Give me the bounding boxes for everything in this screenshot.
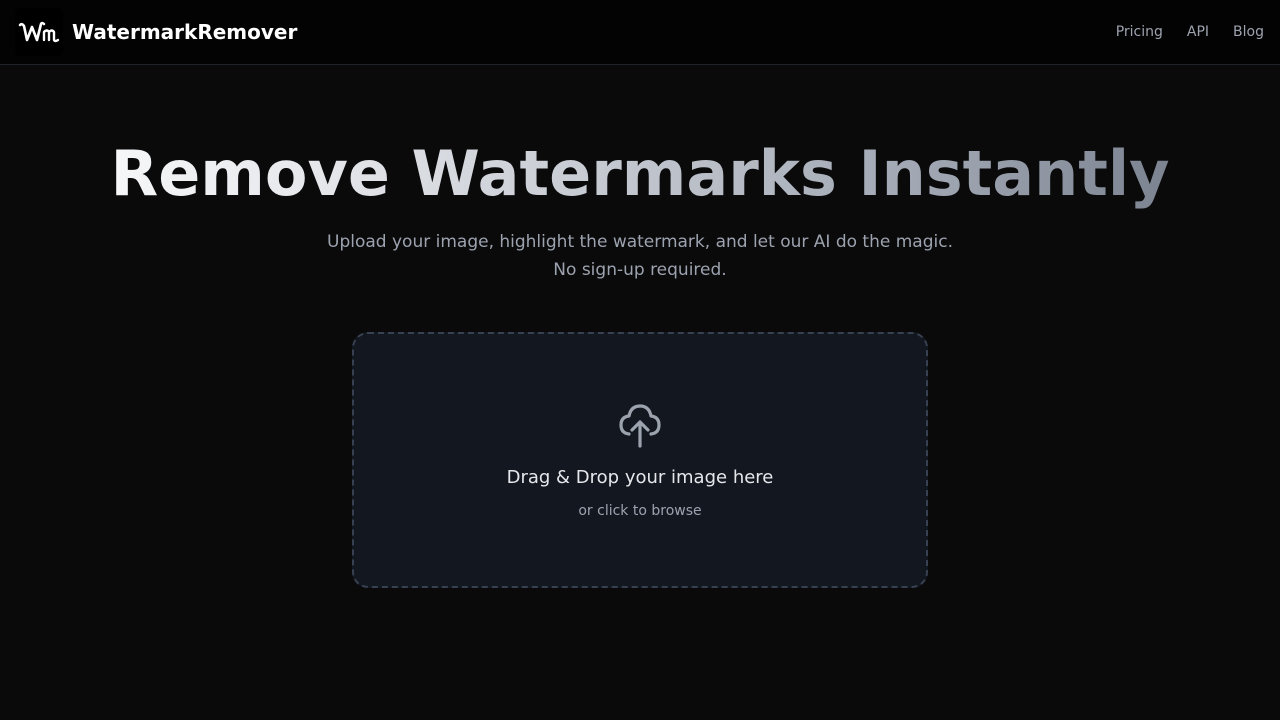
nav-link-pricing[interactable]: Pricing [1116,22,1163,42]
main-nav: Pricing API Blog [1116,22,1264,42]
hero-subtitle-line-1: Upload your image, highlight the waterma… [327,232,953,252]
logo-wm-icon [18,21,60,43]
hero-title: Remove Watermarks Instantly [0,136,1280,212]
dropzone-browse-hint: or click to browse [578,503,702,519]
dropzone-title: Drag & Drop your image here [506,467,774,488]
logo[interactable] [15,8,63,56]
nav-link-blog[interactable]: Blog [1233,22,1264,42]
top-header: WatermarkRemover Pricing API Blog [0,0,1280,65]
brand-name[interactable]: WatermarkRemover [72,19,297,45]
cloud-upload-icon [619,404,661,448]
upload-dropzone[interactable]: Drag & Drop your image here or click to … [352,332,928,588]
nav-link-api[interactable]: API [1187,22,1209,42]
hero-subtitle: Upload your image, highlight the waterma… [0,228,1280,284]
hero-subtitle-line-2: No sign-up required. [553,260,727,280]
